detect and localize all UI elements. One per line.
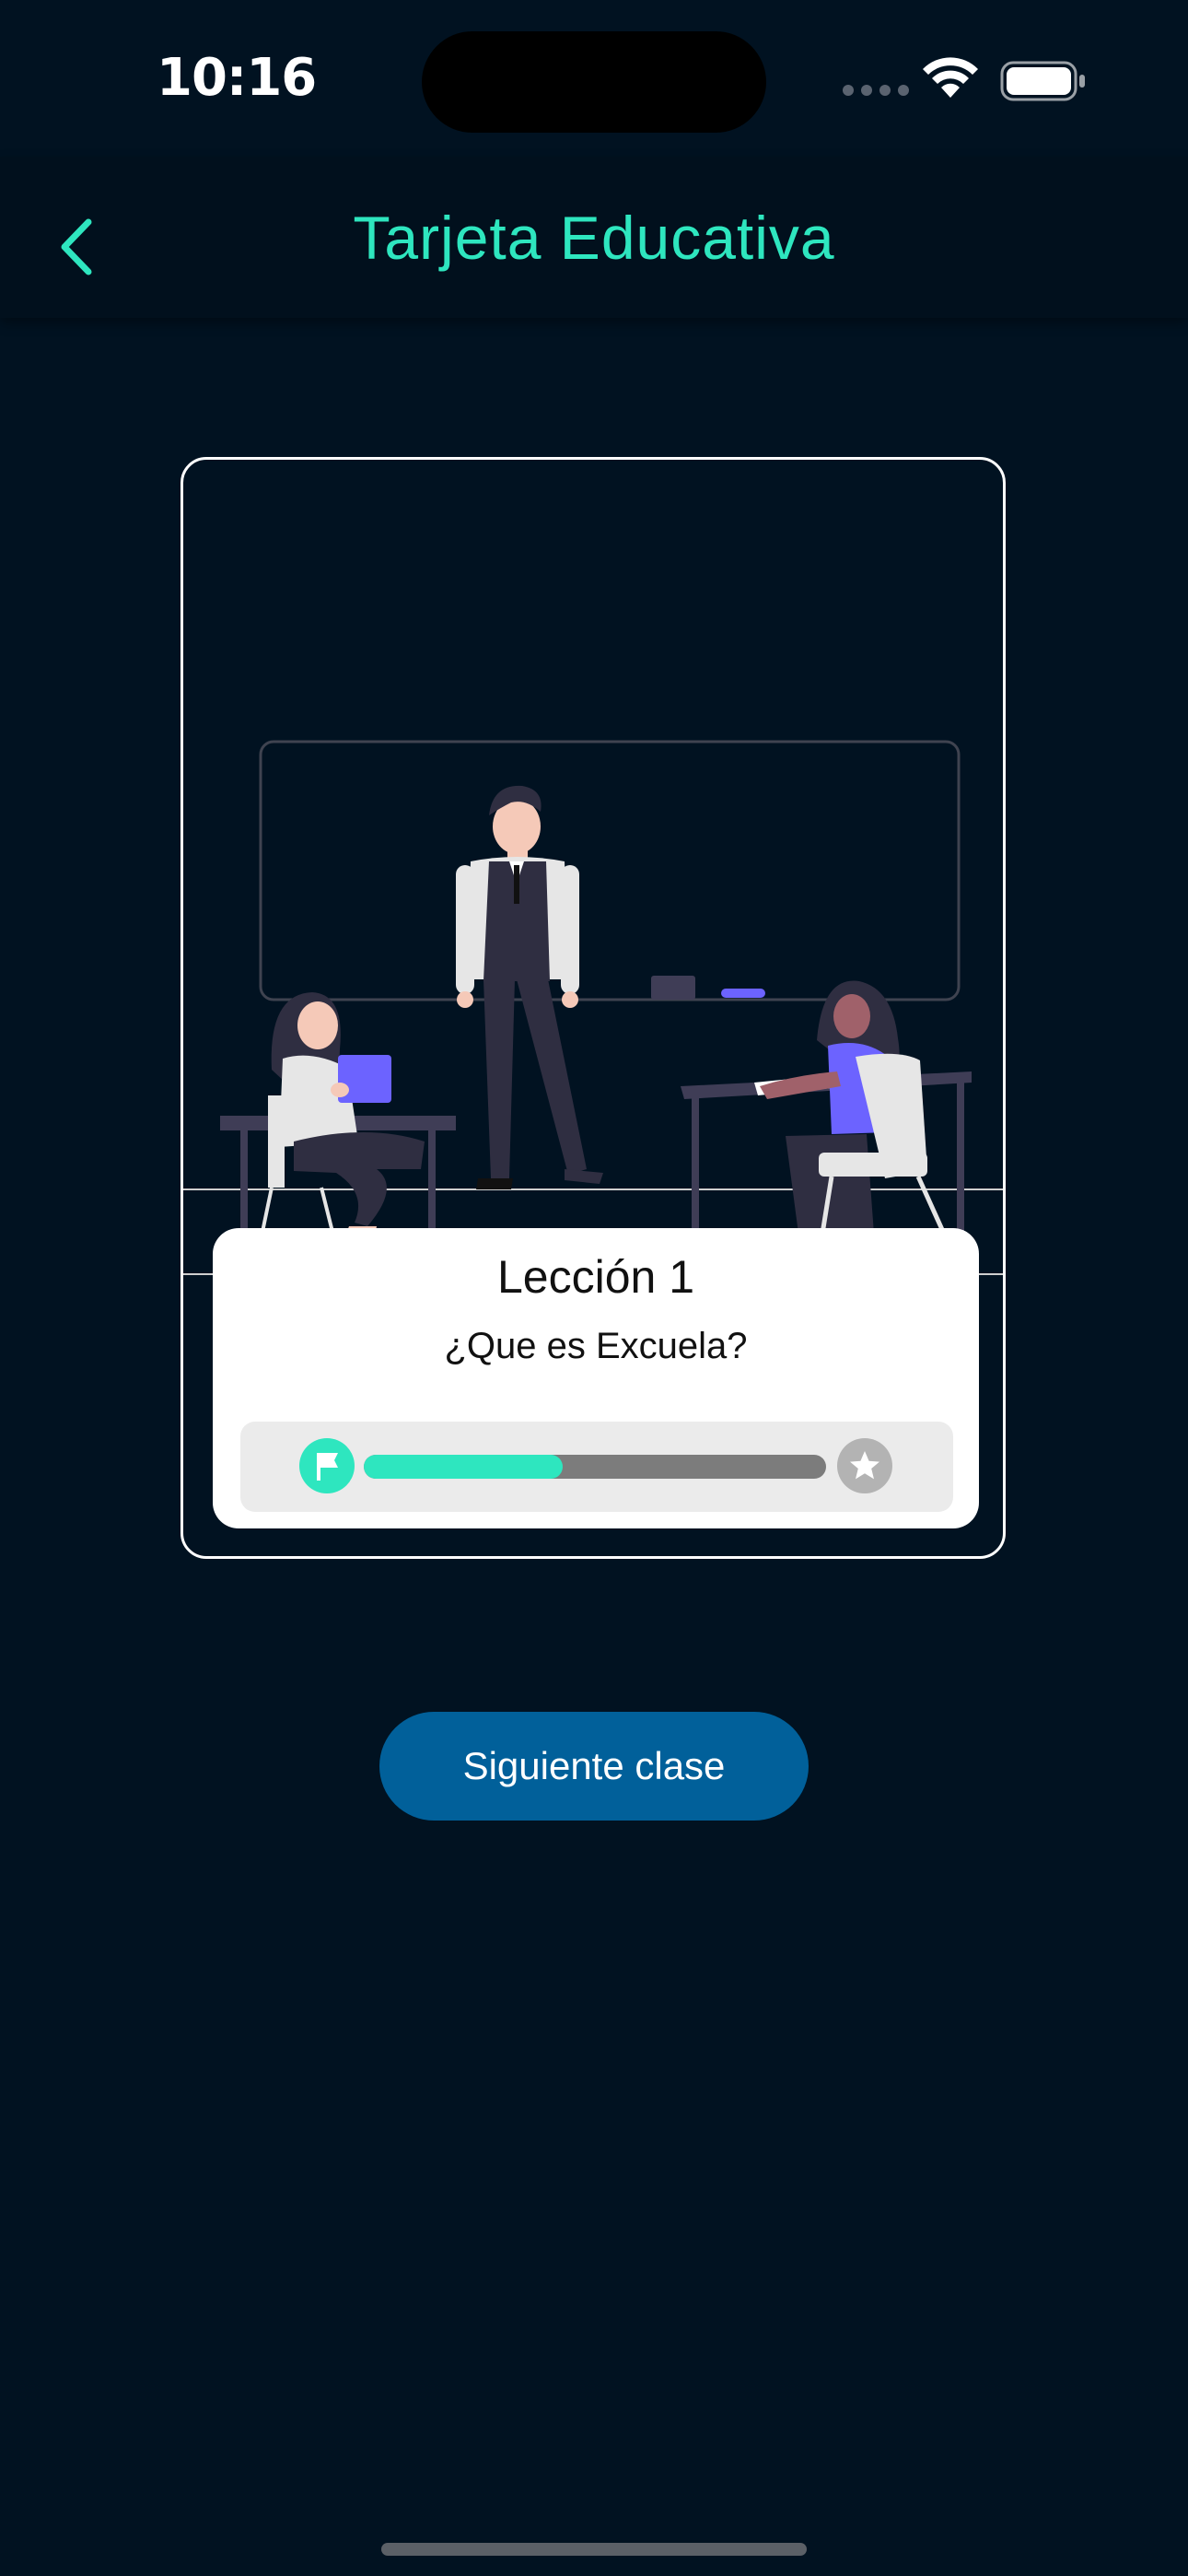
lesson-subtitle: ¿Que es Excuela? bbox=[444, 1326, 748, 1366]
progress-bar bbox=[364, 1455, 826, 1479]
progress-bar-fill bbox=[364, 1455, 563, 1479]
battery-icon bbox=[1000, 61, 1085, 101]
progress-box bbox=[240, 1422, 953, 1512]
lesson-card[interactable]: Lección 1 ¿Que es Excuela? bbox=[181, 457, 1006, 1559]
star-icon bbox=[837, 1438, 892, 1493]
lesson-title: Lección 1 bbox=[496, 1251, 695, 1303]
dynamic-island bbox=[422, 31, 766, 133]
page-title: Tarjeta Educativa bbox=[353, 204, 835, 272]
flag-icon bbox=[299, 1438, 355, 1493]
status-bar: 10:16 bbox=[0, 0, 1188, 157]
home-indicator[interactable] bbox=[381, 2543, 807, 2556]
status-time: 10:16 bbox=[157, 48, 317, 108]
next-class-button[interactable]: Siguiente clase bbox=[379, 1712, 809, 1821]
cellular-signal-icon bbox=[843, 85, 909, 96]
navigation-bar: Tarjeta Educativa bbox=[0, 157, 1188, 318]
wifi-icon bbox=[923, 57, 978, 98]
lesson-info-panel: Lección 1 ¿Que es Excuela? bbox=[213, 1228, 979, 1528]
